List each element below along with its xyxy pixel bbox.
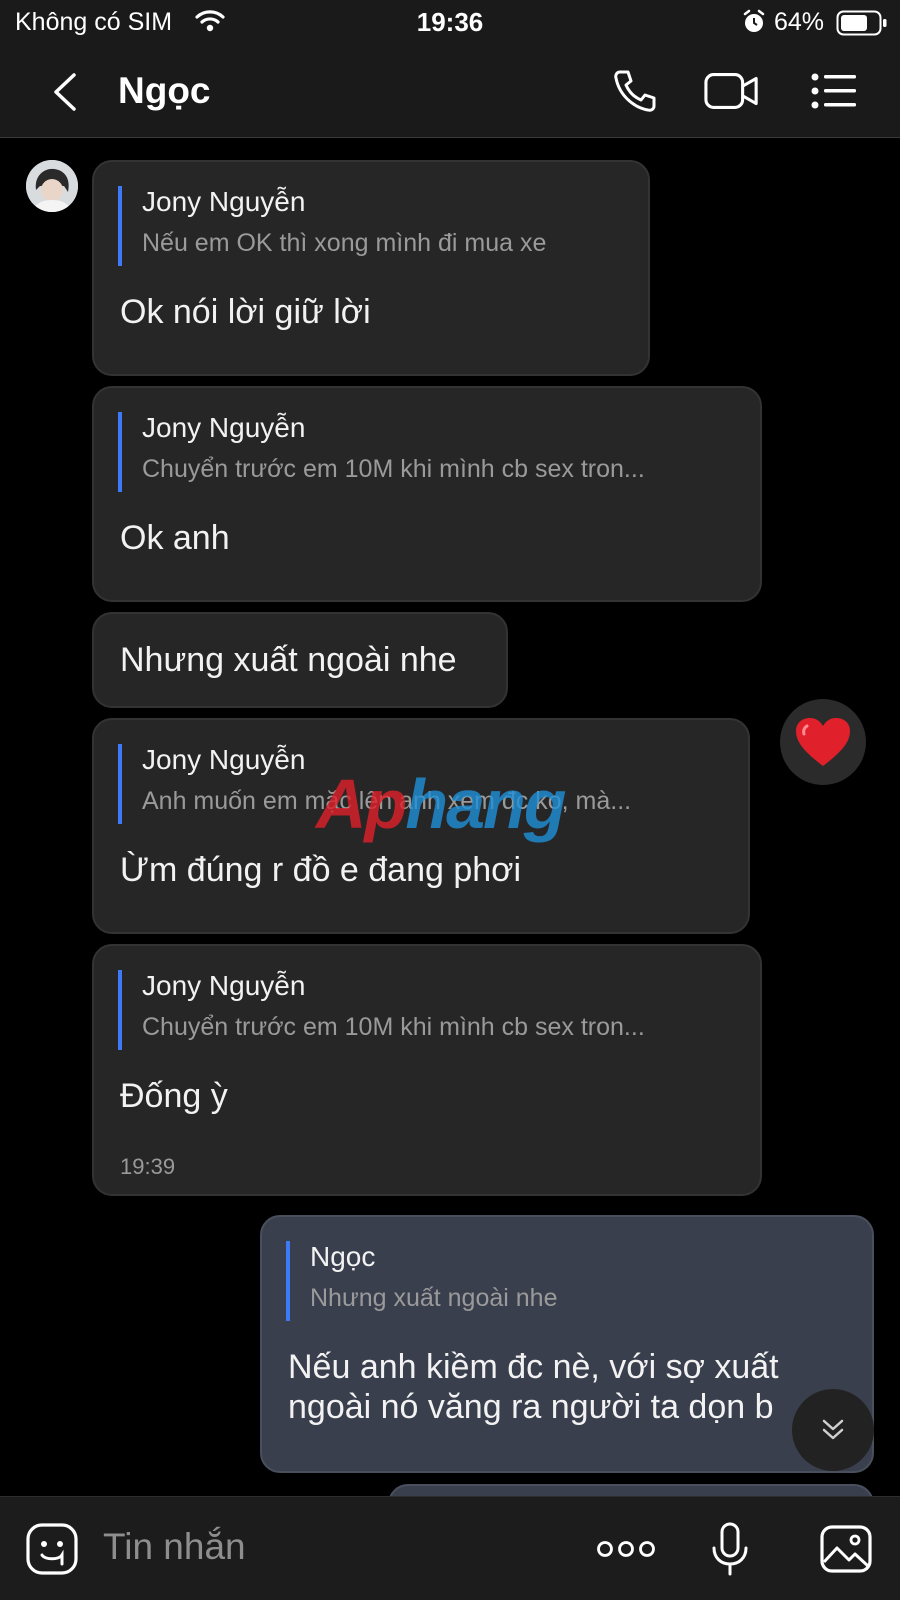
video-icon bbox=[704, 73, 758, 109]
chat-header: Ngọc bbox=[0, 46, 900, 138]
message-text: Ok anh bbox=[120, 519, 230, 557]
status-bar: Không có SIM 19:36 64% bbox=[0, 0, 900, 46]
reply-preview: Chuyển trước em 10M khi mình cb sex tron… bbox=[142, 455, 645, 483]
heart-icon bbox=[796, 718, 850, 766]
back-icon bbox=[54, 73, 76, 111]
menu-button[interactable] bbox=[806, 66, 862, 116]
list-menu-icon bbox=[811, 73, 856, 109]
video-call-button[interactable] bbox=[704, 66, 760, 116]
reply-author: Jony Nguyễn bbox=[142, 970, 306, 1001]
reply-author: Jony Nguyễn bbox=[142, 412, 306, 443]
call-button[interactable] bbox=[607, 66, 663, 116]
avatar[interactable] bbox=[26, 160, 78, 212]
gallery-button[interactable] bbox=[816, 1519, 876, 1579]
message-bubble[interactable]: Nhưng xuất ngoài nhe bbox=[92, 612, 508, 708]
phone-icon bbox=[614, 70, 656, 112]
contact-name: Ngọc bbox=[118, 70, 211, 111]
more-button[interactable] bbox=[596, 1519, 656, 1579]
scroll-to-bottom-button[interactable] bbox=[792, 1389, 874, 1471]
reply-author: Jony Nguyễn bbox=[142, 186, 306, 217]
back-button[interactable] bbox=[45, 70, 85, 114]
battery-percent: 64% bbox=[774, 8, 825, 36]
reply-author: Ngọc bbox=[310, 1241, 376, 1272]
reply-preview: Chuyển trước em 10M khi mình cb sex tron… bbox=[142, 1013, 645, 1041]
message-bubble[interactable]: Jony Nguyễn Nếu em OK thì xong mình đi m… bbox=[92, 160, 650, 376]
message-text: Nếu anh kiềm đc nè, với sợ xuất ngoài nó… bbox=[288, 1348, 779, 1426]
message-input-bar: Tin nhắn bbox=[0, 1496, 900, 1600]
reply-quote[interactable]: Jony Nguyễn Chuyển trước em 10M khi mình… bbox=[118, 412, 740, 492]
reply-quote[interactable]: Jony Nguyễn Chuyển trước em 10M khi mình… bbox=[118, 970, 740, 1050]
battery-icon bbox=[836, 10, 888, 41]
message-bubble[interactable]: Jony Nguyễn Chuyển trước em 10M khi mình… bbox=[92, 944, 762, 1196]
sticker-icon bbox=[26, 1523, 78, 1575]
reply-quote[interactable]: Ngọc Nhưng xuất ngoài nhe bbox=[286, 1241, 852, 1321]
message-text: Ừm đúng r đồ e đang phơi bbox=[120, 851, 522, 889]
message-text: Đống ỳ bbox=[120, 1077, 228, 1115]
message-timestamp: 19:39 bbox=[120, 1154, 176, 1179]
alarm-icon bbox=[742, 9, 766, 40]
reaction-button[interactable] bbox=[780, 699, 866, 785]
sticker-button[interactable] bbox=[22, 1519, 82, 1579]
chevron-double-down-icon bbox=[822, 1419, 844, 1440]
watermark-logo: Aphang bbox=[316, 765, 567, 843]
message-bubble[interactable]: Jony Nguyễn Chuyển trước em 10M khi mình… bbox=[92, 386, 762, 602]
image-icon bbox=[820, 1525, 872, 1573]
message-bubble-outgoing[interactable]: Ngọc Nhưng xuất ngoài nhe Nếu anh kiềm đ… bbox=[260, 1215, 874, 1473]
reply-preview: Nhưng xuất ngoài nhe bbox=[310, 1284, 558, 1312]
more-icon bbox=[597, 1541, 655, 1557]
message-input[interactable]: Tin nhắn bbox=[103, 1526, 246, 1568]
message-text: Nhưng xuất ngoài nhe bbox=[120, 641, 457, 679]
message-text: Ok nói lời giữ lời bbox=[120, 293, 371, 331]
reply-preview: Nếu em OK thì xong mình đi mua xe bbox=[142, 229, 547, 257]
microphone-icon bbox=[712, 1522, 748, 1576]
voice-button[interactable] bbox=[700, 1519, 760, 1579]
reply-quote[interactable]: Jony Nguyễn Nếu em OK thì xong mình đi m… bbox=[118, 186, 628, 266]
